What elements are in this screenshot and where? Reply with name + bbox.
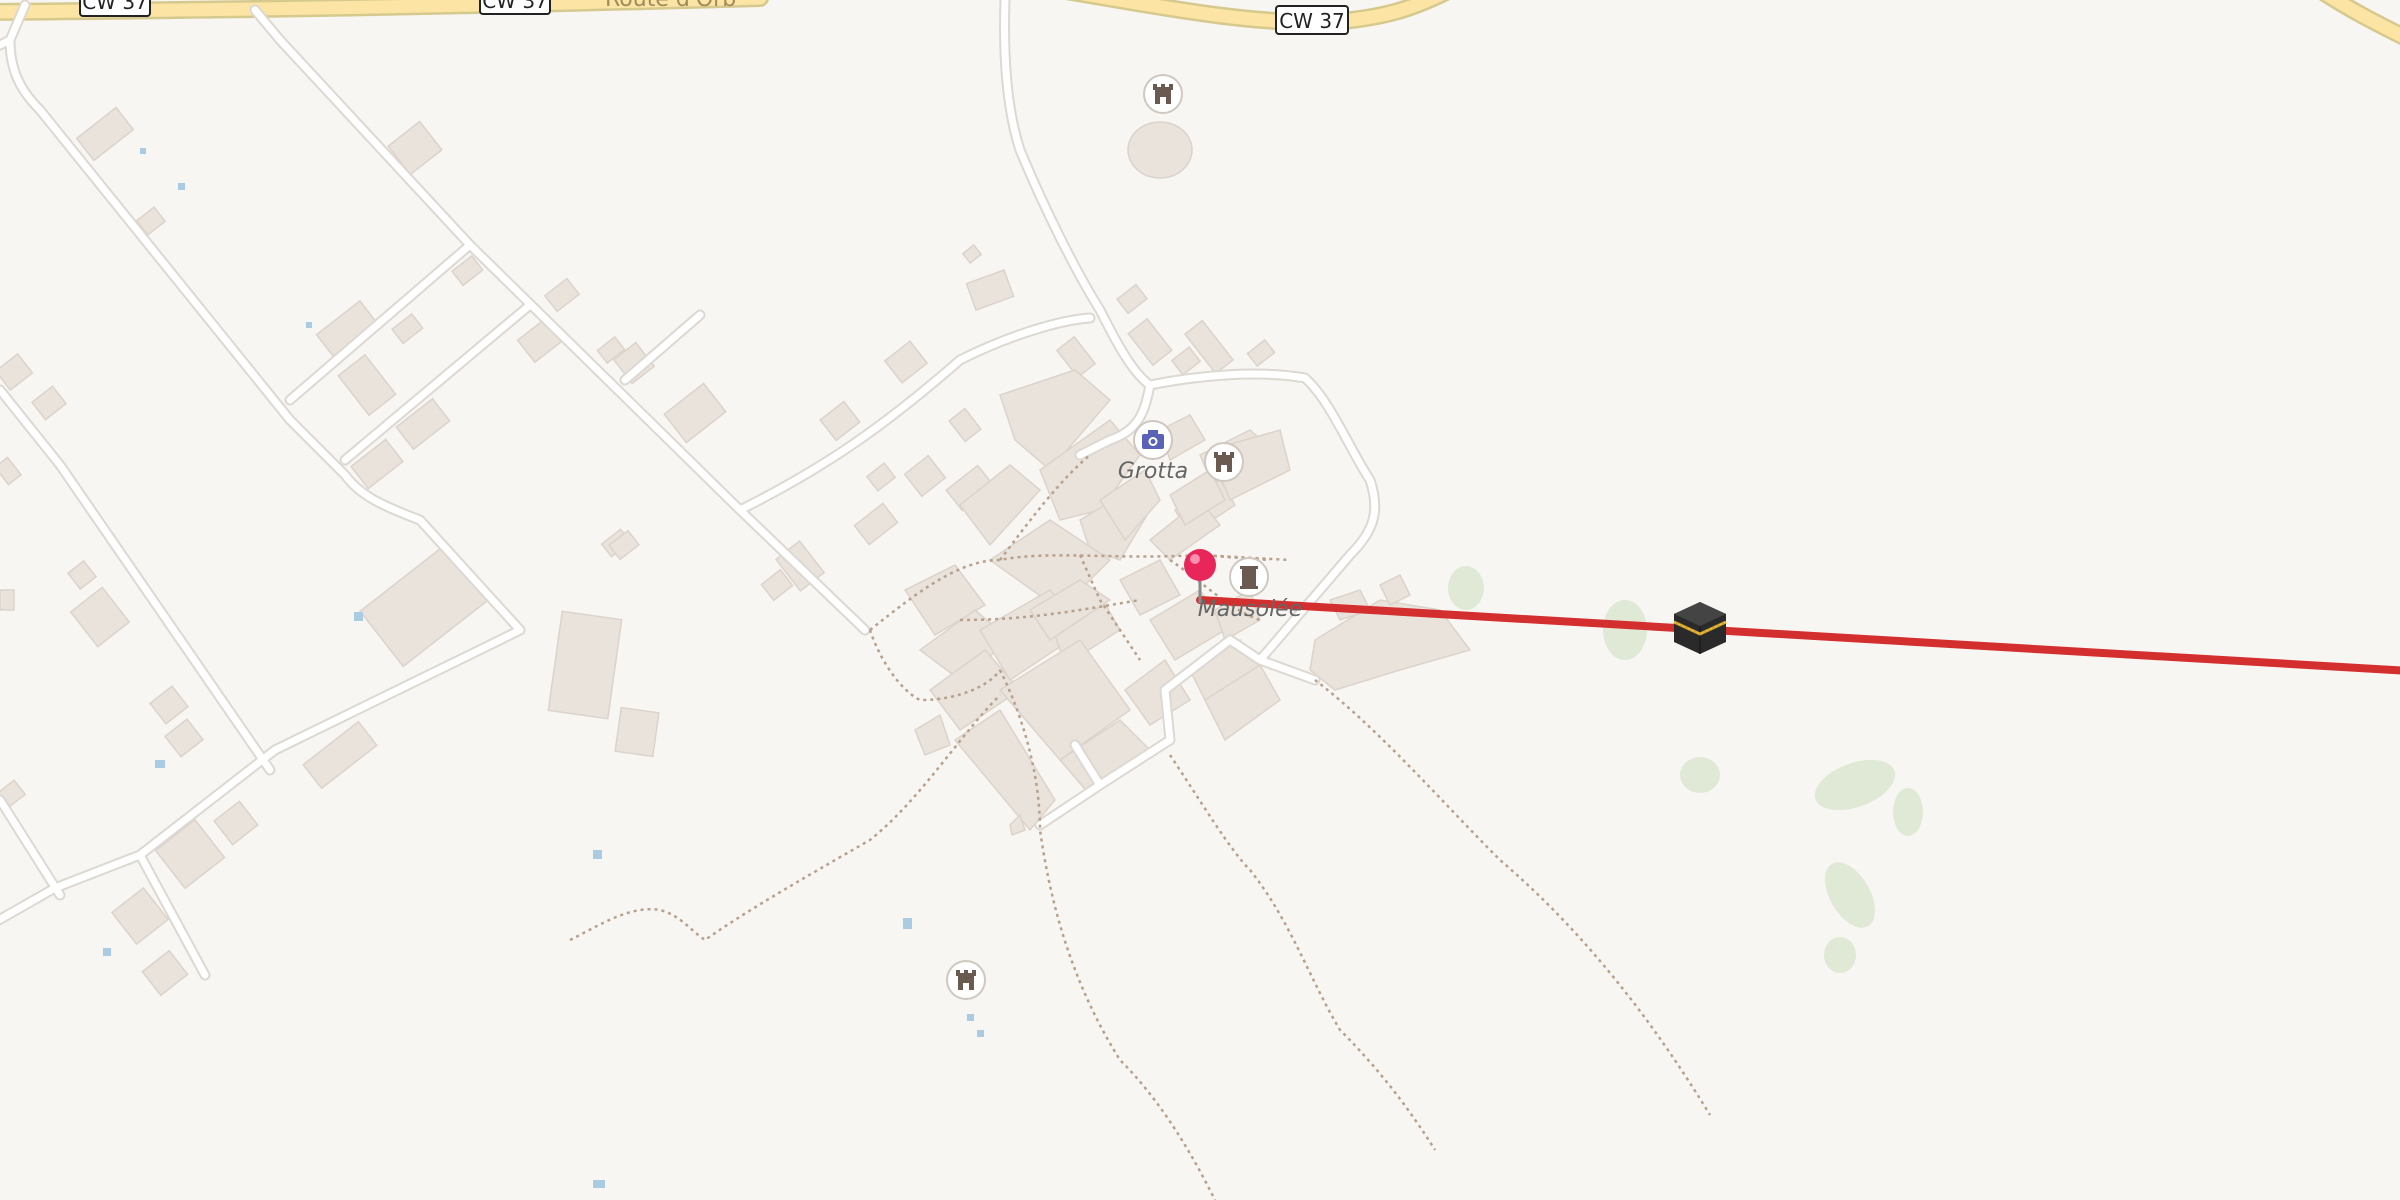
camera-icon[interactable] <box>1133 420 1173 460</box>
place-label-grotta[interactable]: Grotta <box>1118 459 1188 484</box>
castle-icon[interactable] <box>1143 74 1183 114</box>
castle-icon[interactable] <box>1204 442 1244 482</box>
road-shield-label: CW 37 <box>1279 9 1345 33</box>
road-shield-cw37-2: CW 37 <box>479 0 551 15</box>
road-shield-label: CW 37 <box>82 0 148 14</box>
monument-icon[interactable] <box>1229 557 1269 597</box>
map-view[interactable]: CW 37 CW 37 Route d'Orb CW 37 Grotta <box>0 0 2400 1200</box>
castle-icon[interactable] <box>946 960 986 1000</box>
place-label-mausolee[interactable]: Mausolée <box>1198 597 1303 622</box>
road-shield-cw37-1: CW 37 <box>79 0 151 17</box>
map-canvas[interactable]: CW 37 CW 37 Route d'Orb CW 37 Grotta <box>0 0 2400 1200</box>
road-shield-label: CW 37 <box>482 0 548 13</box>
road-shield-cw37-3: CW 37 <box>1275 5 1349 35</box>
road-name-label: Route d'Orb <box>605 0 736 12</box>
